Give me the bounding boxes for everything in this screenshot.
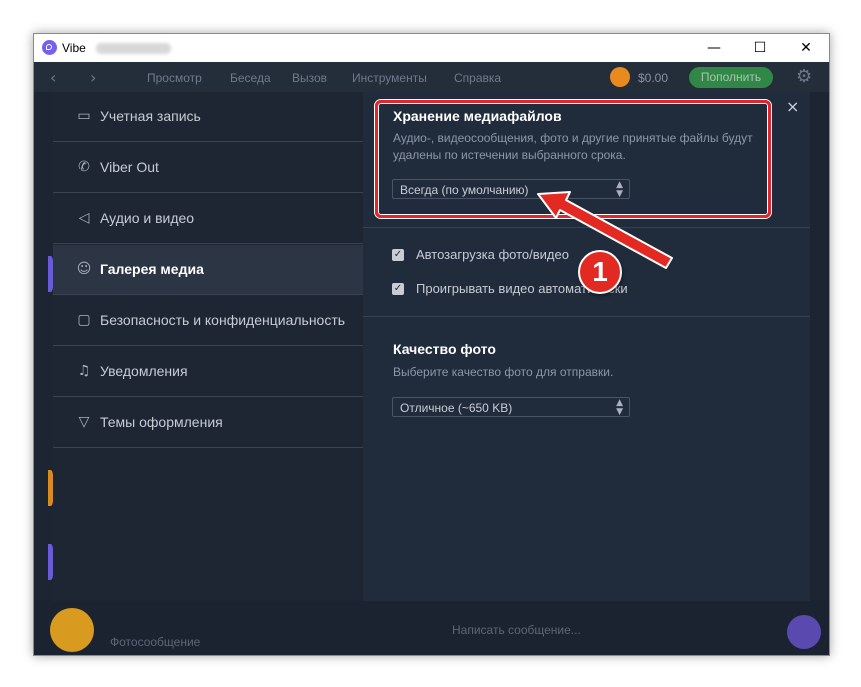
annotation-arrow-icon bbox=[537, 191, 673, 269]
annotation-step-badge: 1 bbox=[578, 250, 622, 294]
